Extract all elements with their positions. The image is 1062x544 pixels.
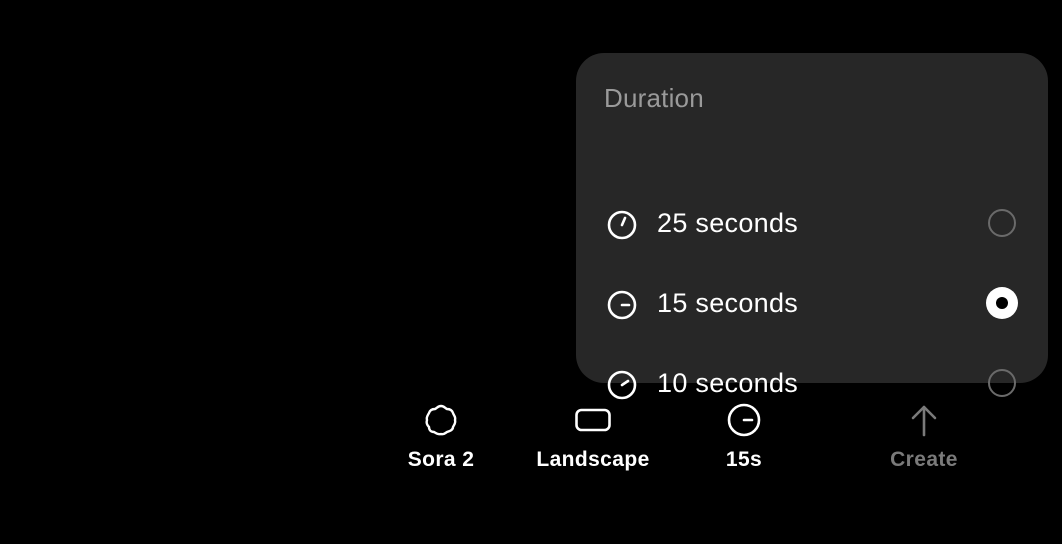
model-button[interactable]: Sora 2	[396, 400, 486, 480]
blob-icon	[425, 404, 457, 436]
radio-button[interactable]	[988, 369, 1016, 397]
option-label: 15 seconds	[657, 288, 799, 318]
timer-10-icon	[607, 370, 637, 400]
video-composer-screen: Duration 25 seconds 15 seconds 10 second…	[0, 0, 1062, 544]
orientation-button[interactable]: Landscape	[528, 400, 658, 480]
arrow-up-icon	[911, 405, 937, 437]
duration-button[interactable]: 15s	[708, 400, 780, 480]
radio-button[interactable]	[988, 209, 1016, 237]
popover-title: Duration	[604, 83, 704, 113]
timer-25-icon	[607, 210, 637, 240]
duration-option-15[interactable]: 15 seconds	[576, 274, 1048, 334]
duration-option-25[interactable]: 25 seconds	[576, 194, 1048, 254]
landscape-rect-icon	[575, 408, 611, 432]
timer-icon	[727, 403, 761, 437]
duration-popover: Duration 25 seconds 15 seconds 10 second…	[576, 53, 1048, 400]
option-label: 25 seconds	[657, 208, 799, 238]
orientation-label: Landscape	[536, 448, 650, 471]
model-label: Sora 2	[407, 448, 475, 471]
create-button[interactable]: Create	[874, 400, 974, 480]
timer-15-icon	[607, 290, 637, 320]
duration-label: 15s	[725, 448, 763, 471]
radio-button-selected[interactable]	[986, 287, 1018, 319]
create-label: Create	[890, 448, 958, 471]
option-label: 10 seconds	[657, 368, 799, 398]
